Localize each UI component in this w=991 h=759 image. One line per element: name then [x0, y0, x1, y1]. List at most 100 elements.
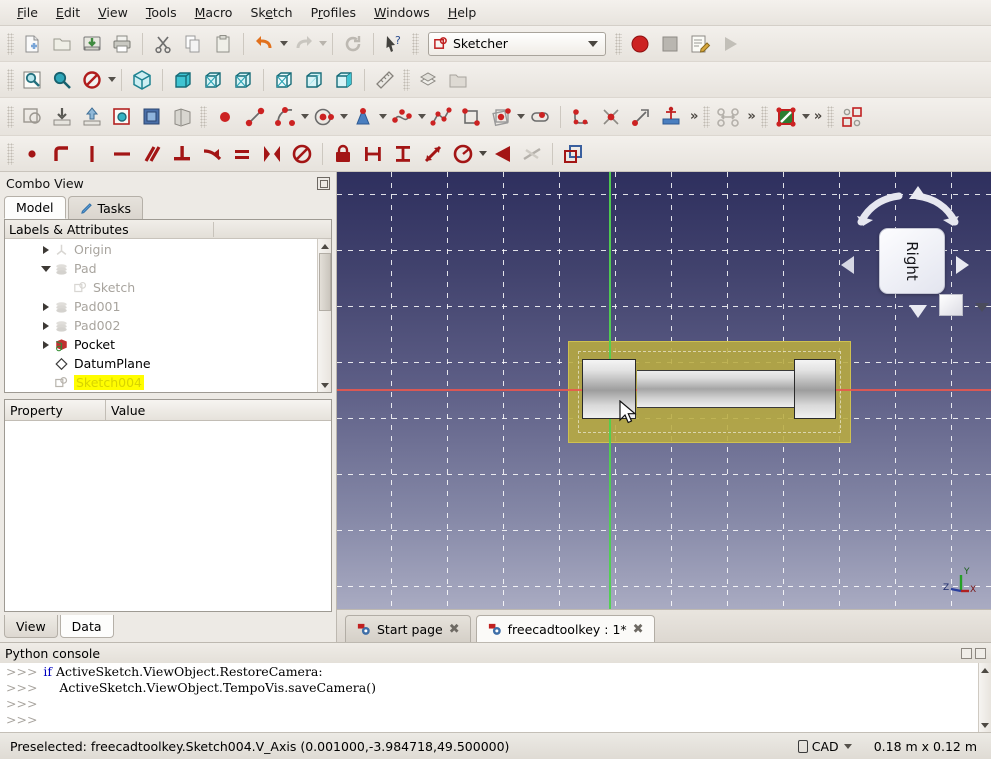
toolbar-grip[interactable] [7, 32, 14, 55]
map-sketch-icon[interactable] [168, 103, 196, 131]
workbench-selector[interactable]: Sketcher [428, 31, 606, 56]
arc-dropdown-icon[interactable] [301, 114, 309, 119]
tree-item-pad[interactable]: Pad [5, 259, 331, 278]
polygon-dropdown-icon[interactable] [517, 114, 525, 119]
constrain-refraction-icon[interactable] [518, 140, 546, 168]
nav-arrow-up-icon[interactable] [909, 186, 927, 199]
3d-viewport[interactable]: Right Y X Z [337, 172, 991, 609]
chevron-down-icon[interactable] [843, 743, 852, 749]
constrain-horizontal-icon[interactable] [108, 140, 136, 168]
isometric-view-icon[interactable] [128, 66, 156, 94]
toolbar-grip[interactable] [403, 68, 410, 91]
nav-arrow-down-icon[interactable] [909, 305, 927, 318]
measure-icon[interactable] [371, 66, 399, 94]
whats-this-icon[interactable]: ? [380, 30, 408, 58]
tab-data[interactable]: Data [59, 615, 114, 638]
line-icon[interactable] [241, 103, 269, 131]
constrain-radius-icon[interactable] [449, 140, 477, 168]
toggle-driving-constraint-icon[interactable] [559, 140, 587, 168]
constrain-lock-icon[interactable] [329, 140, 357, 168]
conic-dropdown-icon[interactable] [379, 114, 387, 119]
clone-icon[interactable] [838, 103, 866, 131]
top-view-icon[interactable] [199, 66, 227, 94]
unit-system-selector[interactable]: CAD [797, 739, 852, 754]
property-rows[interactable] [5, 421, 331, 611]
constrain-tangent-icon[interactable] [198, 140, 226, 168]
tab-tasks[interactable]: Tasks [67, 196, 144, 219]
nav-home-cube-icon[interactable] [939, 294, 963, 316]
toolbar-grip[interactable] [7, 105, 14, 128]
menu-file[interactable]: File [8, 2, 47, 23]
menu-view[interactable]: View [89, 2, 137, 23]
external-geometry-icon[interactable] [657, 103, 685, 131]
bspline-icon[interactable] [388, 103, 416, 131]
undo-icon[interactable] [250, 30, 278, 58]
doc-tab-start-page[interactable]: Start page ✖ [345, 615, 471, 642]
arc-icon[interactable] [271, 103, 299, 131]
tree-body[interactable]: Origin Pad Sketch Pad001 Pad002 Pocket DatumPl… [5, 239, 331, 392]
trim-icon[interactable] [597, 103, 625, 131]
copy-icon[interactable] [179, 30, 207, 58]
part-shaft[interactable] [637, 370, 795, 408]
doc-tab-freecadtoolkey[interactable]: freecadtoolkey : 1* ✖ [475, 615, 655, 642]
front-view-icon[interactable] [169, 66, 197, 94]
create-sketch-icon[interactable] [18, 103, 46, 131]
sketcher-tools-icon[interactable] [714, 103, 742, 131]
python-scrollbar[interactable] [978, 663, 991, 732]
menu-macro[interactable]: Macro [186, 2, 242, 23]
tools-overflow-icon[interactable]: » [743, 109, 757, 124]
constrain-equal-icon[interactable] [228, 140, 256, 168]
scroll-down-icon[interactable] [979, 718, 991, 732]
new-file-icon[interactable] [18, 30, 46, 58]
menu-help[interactable]: Help [439, 2, 486, 23]
refresh-icon[interactable] [339, 30, 367, 58]
close-icon[interactable] [975, 647, 986, 659]
part-right-head[interactable] [794, 359, 836, 419]
constrain-perpendicular-icon[interactable] [168, 140, 196, 168]
leave-sketch-icon[interactable] [78, 103, 106, 131]
construction-dropdown-icon[interactable] [801, 114, 810, 119]
tree-item-pad001[interactable]: Pad001 [5, 297, 331, 316]
visual-overflow-icon[interactable]: » [810, 109, 824, 124]
expand-arrow-icon[interactable] [39, 302, 53, 311]
expand-arrow-icon[interactable] [39, 245, 53, 254]
constrain-distance-icon[interactable] [419, 140, 447, 168]
left-view-icon[interactable] [330, 66, 358, 94]
scroll-up-icon[interactable] [979, 663, 991, 677]
toolbar-grip[interactable] [200, 105, 207, 128]
workbench-layers-icon[interactable] [414, 66, 442, 94]
rear-view-icon[interactable] [270, 66, 298, 94]
scroll-down-icon[interactable] [318, 378, 331, 392]
polyline-icon[interactable] [427, 103, 455, 131]
toolbar-grip[interactable] [827, 105, 835, 128]
rectangle-icon[interactable] [457, 103, 485, 131]
toolbar-grip[interactable] [760, 105, 768, 128]
print-icon[interactable] [108, 30, 136, 58]
menu-profiles[interactable]: Profiles [302, 2, 365, 23]
tab-model[interactable]: Model [4, 196, 66, 219]
nav-arrow-right-icon[interactable] [956, 256, 969, 274]
rotate-arrows-icon[interactable] [855, 188, 961, 228]
macro-stop-icon[interactable] [656, 30, 684, 58]
undock-icon[interactable] [317, 176, 330, 190]
point-icon[interactable] [211, 103, 239, 131]
constrain-vertical-icon[interactable] [78, 140, 106, 168]
view-section-icon[interactable] [138, 103, 166, 131]
toggle-construction-icon[interactable] [772, 103, 800, 131]
fit-selection-icon[interactable] [48, 66, 76, 94]
bottom-view-icon[interactable] [300, 66, 328, 94]
chevron-down-icon[interactable] [588, 40, 598, 47]
tree-item-sketch004[interactable]: Sketch004 [5, 373, 331, 392]
circle-icon[interactable] [310, 103, 338, 131]
toolbar-grip[interactable] [703, 105, 711, 128]
view-sketch-icon[interactable] [108, 103, 136, 131]
circle-dropdown-icon[interactable] [340, 114, 348, 119]
toolbar-grip[interactable] [615, 32, 622, 55]
nav-arrow-left-icon[interactable] [841, 256, 854, 274]
constrain-point-on-object-icon[interactable] [48, 140, 76, 168]
close-icon[interactable]: ✖ [449, 622, 460, 637]
geometry-overflow-icon[interactable]: » [686, 109, 700, 124]
regular-polygon-icon[interactable] [487, 103, 515, 131]
extend-icon[interactable] [627, 103, 655, 131]
macro-edit-icon[interactable] [686, 30, 714, 58]
